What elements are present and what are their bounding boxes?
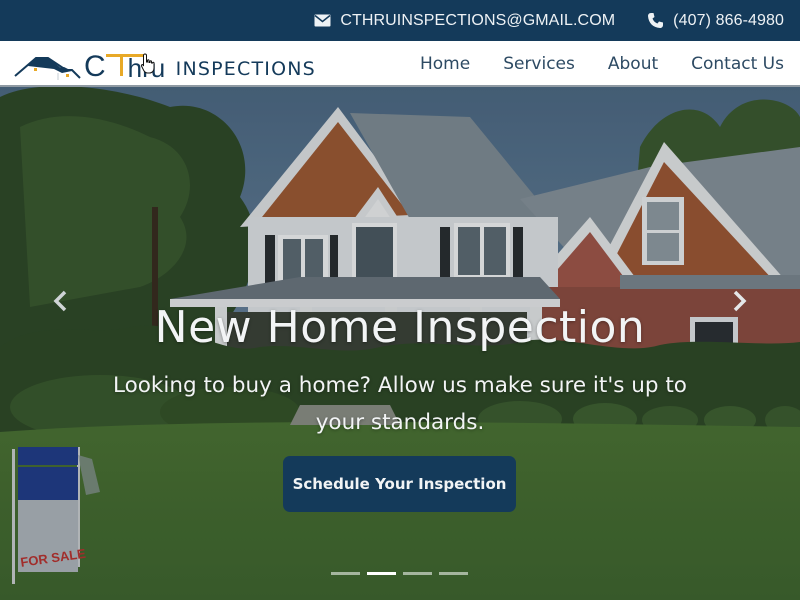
house-roof-logo-icon: [14, 57, 81, 80]
hand-pointer-cursor-icon: [140, 53, 155, 74]
carousel-indicator-4[interactable]: [439, 572, 468, 575]
hero-subtitle: Looking to buy a home? Allow us make sur…: [113, 373, 687, 435]
carousel-indicator-1[interactable]: [331, 572, 360, 575]
email-text: CTHRUINSPECTIONS@GMAIL.COM: [340, 11, 616, 29]
email-link[interactable]: CTHRUINSPECTIONS@GMAIL.COM: [314, 12, 615, 30]
carousel-indicator-3[interactable]: [403, 572, 432, 575]
logo-brand-c: C: [84, 50, 106, 83]
main-navbar: C hru INSPECTIONS Home Services About Co…: [0, 41, 800, 87]
phone-icon: [648, 13, 664, 28]
logo-link[interactable]: C hru INSPECTIONS: [14, 50, 344, 83]
carousel-indicators: [331, 572, 475, 575]
hero-title: New Home Inspection: [154, 302, 646, 353]
logo-t-stem: [119, 54, 123, 76]
phone-link[interactable]: (407) 866-4980: [647, 12, 784, 30]
nav-links: Home Services About Contact Us: [387, 41, 784, 87]
nav-contact-us[interactable]: Contact Us: [691, 54, 784, 74]
nav-about[interactable]: About: [608, 54, 658, 74]
nav-services[interactable]: Services: [503, 54, 575, 74]
nav-home[interactable]: Home: [420, 54, 470, 74]
schedule-inspection-button[interactable]: Schedule Your Inspection: [283, 456, 516, 512]
logo-brand-word: INSPECTIONS: [175, 58, 316, 80]
top-contact-bar: CTHRUINSPECTIONS@GMAIL.COM (407) 866-498…: [0, 0, 800, 41]
phone-text: (407) 866-4980: [673, 11, 784, 29]
envelope-icon: [314, 14, 331, 27]
carousel-indicator-2[interactable]: [367, 572, 396, 575]
hero-carousel: FOR SALE New Home Inspection Looking to …: [0, 87, 800, 600]
